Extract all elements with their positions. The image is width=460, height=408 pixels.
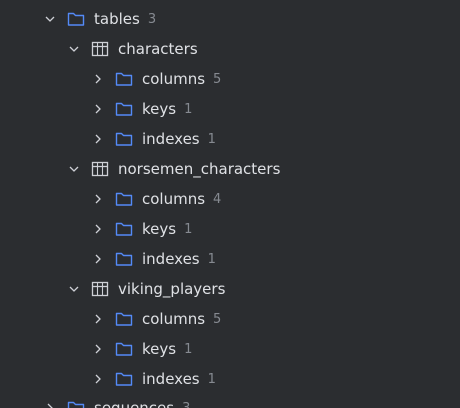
tree-node-count: 5 (213, 71, 222, 87)
chevron-right-icon[interactable] (90, 131, 106, 147)
tree-node-label: keys (142, 340, 177, 358)
tree-node-count: 1 (207, 371, 216, 387)
chevron-down-icon[interactable] (66, 281, 82, 297)
chevron-down-icon[interactable] (66, 161, 82, 177)
chevron-down-icon[interactable] (42, 11, 58, 27)
tree-node-count: 4 (213, 191, 222, 207)
tree-node-sequences[interactable]: sequences 3 (0, 393, 460, 408)
tree-node-viking-keys[interactable]: keys 1 (0, 334, 460, 364)
tree-node-label: keys (142, 220, 177, 238)
tree-node-label: indexes (142, 250, 200, 268)
tree-node-count: 5 (213, 311, 222, 327)
folder-icon (66, 398, 86, 408)
folder-icon (114, 129, 134, 149)
tree-node-viking-columns[interactable]: columns 5 (0, 304, 460, 334)
chevron-down-icon[interactable] (66, 41, 82, 57)
chevron-right-icon[interactable] (90, 341, 106, 357)
tree-node-label: indexes (142, 370, 200, 388)
folder-icon (114, 339, 134, 359)
tree-node-label: norsemen_characters (118, 160, 281, 178)
table-icon (90, 279, 110, 299)
tree-node-count: 1 (207, 251, 216, 267)
tree-node-viking-indexes[interactable]: indexes 1 (0, 364, 460, 394)
chevron-right-icon[interactable] (90, 221, 106, 237)
tree-node-count: 1 (184, 101, 193, 117)
tree-node-characters-columns[interactable]: columns 5 (0, 64, 460, 94)
tree-node-table-characters[interactable]: characters (0, 34, 460, 64)
tree-node-norsemen-indexes[interactable]: indexes 1 (0, 244, 460, 274)
folder-icon (114, 219, 134, 239)
tree-node-count: 3 (147, 11, 157, 27)
tree-node-characters-keys[interactable]: keys 1 (0, 94, 460, 124)
tree-node-label: viking_players (118, 280, 226, 298)
folder-icon (114, 249, 134, 269)
table-icon (90, 39, 110, 59)
tree-node-label: keys (142, 100, 177, 118)
tree-node-label: columns (142, 70, 206, 88)
chevron-right-icon[interactable] (90, 71, 106, 87)
folder-icon (114, 189, 134, 209)
tree-node-label: columns (142, 190, 206, 208)
tree-node-label: columns (142, 310, 206, 328)
chevron-right-icon[interactable] (90, 371, 106, 387)
tree-node-norsemen-columns[interactable]: columns 4 (0, 184, 460, 214)
folder-icon (114, 369, 134, 389)
database-tree: tables 3 characters columns 5 keys 1 ind… (0, 0, 460, 408)
folder-icon (114, 99, 134, 119)
chevron-right-icon[interactable] (90, 311, 106, 327)
tree-node-label: indexes (142, 130, 200, 148)
chevron-right-icon[interactable] (90, 251, 106, 267)
tree-node-table-viking-players[interactable]: viking_players (0, 274, 460, 304)
tree-node-label: tables (94, 10, 140, 28)
tree-node-table-norsemen-characters[interactable]: norsemen_characters (0, 154, 460, 184)
tree-node-characters-indexes[interactable]: indexes 1 (0, 124, 460, 154)
folder-icon (114, 309, 134, 329)
tree-node-count: 1 (207, 131, 216, 147)
chevron-right-icon[interactable] (42, 400, 58, 408)
tree-node-label: sequences (94, 399, 175, 408)
tree-node-label: characters (118, 40, 198, 58)
chevron-right-icon[interactable] (90, 101, 106, 117)
tree-node-count: 3 (182, 401, 190, 408)
chevron-right-icon[interactable] (90, 191, 106, 207)
tree-node-norsemen-keys[interactable]: keys 1 (0, 214, 460, 244)
folder-icon (66, 9, 86, 29)
tree-node-tables[interactable]: tables 3 (0, 4, 460, 34)
table-icon (90, 159, 110, 179)
tree-node-count: 1 (184, 221, 193, 237)
folder-icon (114, 69, 134, 89)
tree-node-count: 1 (184, 341, 193, 357)
